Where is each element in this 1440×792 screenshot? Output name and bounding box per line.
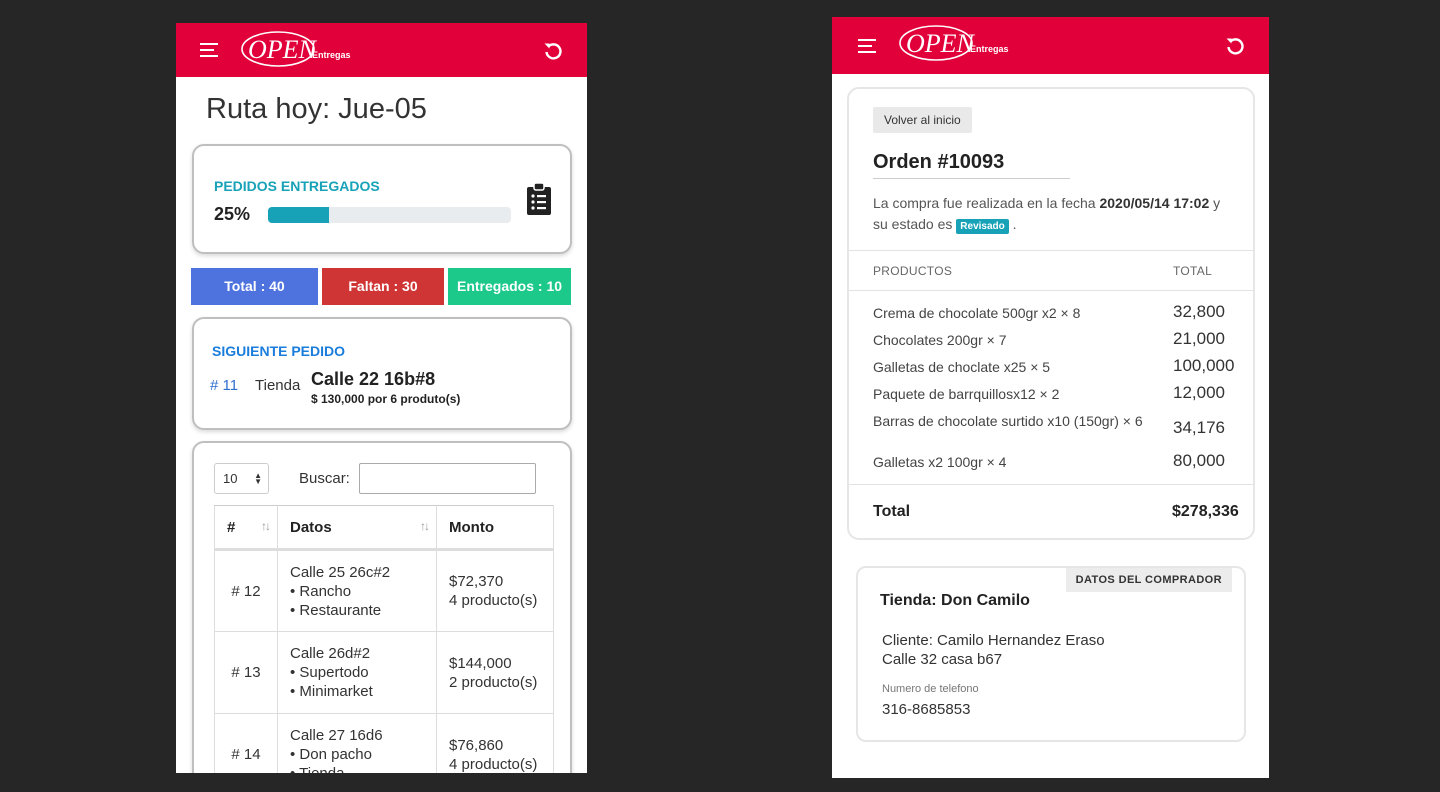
row-number-link[interactable]: # 13 — [214, 631, 278, 714]
divider — [873, 178, 1070, 179]
status-badge: Revisado — [956, 219, 1009, 234]
orders-table: # ↑↓ Datos ↑↓ Monto # 12 Calle 25 26c#2 • R… — [214, 505, 554, 773]
divider — [849, 250, 1253, 251]
order-description: La compra fue realizada en la fecha 2020… — [873, 195, 1221, 234]
app-bar: OPEN Entregas — [176, 23, 587, 77]
page-length-select[interactable]: 10 ▲ ▼ — [214, 463, 269, 494]
row-monto: $72,370 4 producto(s) — [436, 549, 554, 632]
list-item: Galletas x2 100gr × 4 80,000 — [873, 451, 1225, 470]
delivered-progress-card: PEDIDOS ENTREGADOS 25% — [192, 144, 572, 254]
back-home-button[interactable]: Volver al inicio — [873, 107, 972, 133]
page-length-value: 10 — [223, 471, 238, 486]
order-title: Orden #10093 — [873, 151, 1005, 173]
list-item: Paquete de barrquillosx12 × 2 12,000 — [873, 383, 1225, 402]
row-datos: Calle 26d#2 • Supertodo • Minimarket — [277, 631, 437, 714]
list-item: Crema de chocolate 500gr x2 × 8 32,800 — [873, 302, 1225, 321]
stat-total-button[interactable]: Total : 40 — [191, 268, 318, 305]
refresh-icon[interactable] — [1225, 36, 1245, 56]
next-order-title: SIGUIENTE PEDIDO — [212, 343, 346, 359]
progress-bar-fill — [268, 207, 329, 223]
buyer-section-tag: DATOS DEL COMPRADOR — [1065, 568, 1232, 592]
row-number-link[interactable]: # 14 — [214, 713, 278, 773]
svg-text:Entregas: Entregas — [312, 50, 351, 60]
stat-pending-button[interactable]: Faltan : 30 — [322, 268, 444, 305]
brand-logo[interactable]: OPEN Entregas — [240, 27, 352, 71]
stat-delivered-button[interactable]: Entregados : 10 — [448, 268, 571, 305]
buyer-phone-label: Numero de telefono — [882, 683, 979, 695]
next-order-amount: $ 130,000 por 6 produto(s) — [311, 392, 461, 406]
next-order-number[interactable]: # 11 — [210, 377, 238, 394]
svg-text:OPEN: OPEN — [906, 29, 976, 58]
divider — [849, 290, 1253, 291]
list-item: Chocolates 200gr × 7 21,000 — [873, 329, 1225, 348]
progress-title: PEDIDOS ENTREGADOS — [214, 178, 380, 194]
svg-text:Entregas: Entregas — [970, 44, 1009, 54]
column-header-products: PRODUCTOS — [873, 264, 953, 278]
row-datos: Calle 27 16d6• Don pacho• Tienda — [277, 713, 437, 773]
divider — [849, 484, 1253, 485]
progress-bar — [268, 207, 511, 223]
sort-asc-icon: ↑↓ — [261, 519, 271, 533]
row-number-link[interactable]: # 12 — [214, 549, 278, 632]
column-header-monto[interactable]: Monto — [436, 505, 554, 551]
row-monto: $76,860 4 producto(s) — [436, 713, 554, 773]
clipboard-list-icon — [527, 182, 551, 215]
column-header-datos[interactable]: Datos ↑↓ — [277, 505, 437, 551]
next-order-address: Calle 22 16b#8 — [311, 369, 436, 389]
list-item: Barras de chocolate surtido x10 (150gr) … — [873, 413, 1225, 437]
total-label: Total — [873, 503, 911, 520]
brand-logo[interactable]: OPEN Entregas — [898, 21, 1010, 65]
table-row[interactable]: # 13 Calle 26d#2 • Supertodo • Minimarket … — [214, 631, 554, 714]
product-list: Crema de chocolate 500gr x2 × 8 32,800 Ch… — [873, 299, 1243, 475]
buyer-phone[interactable]: 316-8685853 — [882, 701, 970, 718]
column-header-number[interactable]: # ↑↓ — [214, 505, 278, 551]
buyer-card: DATOS DEL COMPRADOR Tienda: Don Camilo C… — [856, 566, 1246, 742]
order-detail-card: Volver al inicio Orden #10093 La compra … — [847, 87, 1255, 540]
orders-table-card: 10 ▲ ▼ Buscar: # ↑↓ Datos ↑↓ Monto # 12 Cal… — [192, 441, 572, 773]
menu-icon[interactable] — [200, 43, 218, 57]
sort-icon: ↑↓ — [420, 519, 430, 533]
buyer-client: Cliente: Camilo Hernandez Eraso Calle 32 … — [882, 632, 1105, 668]
next-order-type: Tienda — [255, 377, 301, 394]
right-screen: OPEN Entregas Volver al inicio Orden #10… — [832, 17, 1269, 778]
left-screen: OPEN Entregas Ruta hoy: Jue-05 PEDIDOS E… — [176, 23, 587, 773]
order-date: 2020/05/14 17:02 — [1099, 195, 1210, 211]
progress-percent: 25% — [214, 204, 251, 224]
table-row[interactable]: # 14 Calle 27 16d6• Don pacho• Tienda $7… — [214, 713, 554, 773]
buyer-store: Tienda: Don Camilo — [880, 592, 1030, 609]
app-bar: OPEN Entregas — [832, 17, 1269, 74]
next-order-card[interactable]: SIGUIENTE PEDIDO # 11 Tienda Calle 22 16… — [192, 317, 572, 430]
total-value: $278,336 — [1172, 503, 1239, 520]
list-item: Galletas de choclate x25 × 5 100,000 — [873, 356, 1235, 375]
row-monto: $144,000 2 producto(s) — [436, 631, 554, 714]
column-header-total: TOTAL — [1173, 264, 1213, 278]
page-title: Ruta hoy: Jue-05 — [206, 93, 427, 125]
search-input[interactable] — [359, 463, 536, 494]
svg-text:OPEN: OPEN — [248, 35, 318, 64]
table-row[interactable]: # 12 Calle 25 26c#2 • Rancho • Restaurante… — [214, 549, 554, 632]
search-label: Buscar: — [299, 470, 350, 487]
select-arrows-icon: ▲ ▼ — [254, 471, 262, 486]
refresh-icon[interactable] — [543, 41, 563, 61]
menu-icon[interactable] — [858, 39, 876, 53]
row-datos: Calle 25 26c#2 • Rancho • Restaurante — [277, 549, 437, 632]
